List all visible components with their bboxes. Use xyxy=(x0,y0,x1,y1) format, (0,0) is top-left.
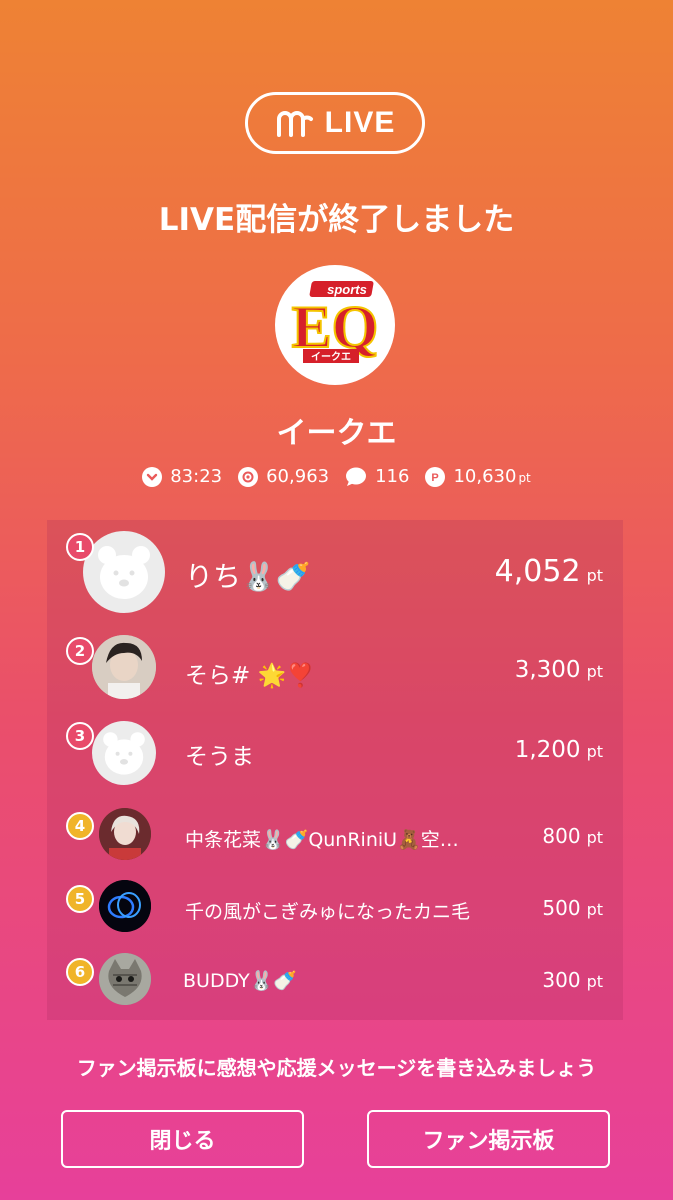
points-value: 10,630 xyxy=(453,466,517,487)
user-photo xyxy=(92,635,156,699)
channel-name: イークエ xyxy=(276,416,397,451)
ranking-points: 4,052 pt xyxy=(494,554,603,589)
ranking-name: 千の風がこぎみゅになったカニ毛 xyxy=(185,901,471,923)
rank-badge: 2 xyxy=(66,637,94,665)
comment-bubble-icon xyxy=(346,467,367,486)
rank-badge: 6 xyxy=(66,958,94,986)
ranking-row[interactable]: 4 中条花菜🐰🍼QunRiniU🧸空… 800 pt xyxy=(47,800,623,875)
user-photo xyxy=(99,880,151,932)
ranking-row[interactable]: 3 そうま 1,200 pt xyxy=(47,715,623,800)
avatar xyxy=(99,808,151,860)
ranking-name: りち🐰🍼 xyxy=(185,560,311,593)
ranking-row[interactable]: 1 りち🐰🍼 4,052 pt xyxy=(47,520,623,625)
svg-text:P: P xyxy=(432,472,439,484)
ranking-points: 300 pt xyxy=(542,968,603,992)
comments-stat: 116 xyxy=(345,466,409,487)
live-badge: LIVE xyxy=(245,92,425,154)
ranking-row[interactable]: 2 そら# 🌟❣️ 3,300 pt xyxy=(47,625,623,715)
stats-bar: 83:23 60,963 116 P 10,630 pt xyxy=(0,466,673,487)
ranking-name: BUDDY🐰🍼 xyxy=(183,970,298,992)
duration-value: 83:23 xyxy=(170,466,223,487)
fanboard-prompt: ファン掲示板に感想や応援メッセージを書き込みましょう xyxy=(76,1056,597,1080)
channel-logo: sports EQ イークエ xyxy=(291,281,379,363)
ranking-name: そうま xyxy=(185,744,254,770)
viewers-icon xyxy=(238,466,259,487)
chevron-down-icon xyxy=(142,466,163,487)
avatar xyxy=(83,531,165,613)
rank-badge: 3 xyxy=(66,722,94,750)
ranking-points: 800 pt xyxy=(542,824,603,848)
rank-badge: 5 xyxy=(66,885,94,913)
avatar xyxy=(92,721,156,785)
ranking-row[interactable]: 5 千の風がこぎみゅになったカニ毛 500 pt xyxy=(47,875,623,947)
avatar xyxy=(99,953,151,1005)
channel-avatar: sports EQ イークエ xyxy=(275,265,395,385)
views-value: 60,963 xyxy=(266,466,330,487)
ranking-name: そら# 🌟❣️ xyxy=(185,663,315,689)
points-p-icon: P xyxy=(425,466,446,487)
m-logo-icon xyxy=(276,111,313,137)
user-photo xyxy=(99,953,151,1005)
rank-badge: 1 xyxy=(66,533,94,561)
ranking-row[interactable]: 6 BUDDY🐰🍼 300 pt xyxy=(47,947,623,1020)
ranking-name: 中条花菜🐰🍼QunRiniU🧸空… xyxy=(185,829,459,851)
svg-text:イークエ: イークエ xyxy=(311,351,351,363)
avatar xyxy=(92,635,156,699)
ranking-list: 1 りち🐰🍼 4,052 pt 2 そら# 🌟❣️ 3,300 pt 3 そうま… xyxy=(47,520,623,1020)
live-badge-label: LIVE xyxy=(324,106,396,139)
views-stat: 60,963 xyxy=(238,466,329,487)
ranking-points: 1,200 pt xyxy=(514,737,603,763)
user-photo xyxy=(99,808,151,860)
comments-value: 116 xyxy=(375,466,410,487)
avatar xyxy=(99,880,151,932)
fanboard-button[interactable]: ファン掲示板 xyxy=(367,1110,610,1168)
duration-stat: 83:23 xyxy=(142,466,222,487)
ranking-points: 3,300 pt xyxy=(514,657,603,683)
points-unit: pt xyxy=(518,471,531,485)
page-title: LIVE配信が終了しました xyxy=(158,202,515,238)
bear-placeholder-icon xyxy=(103,732,145,775)
close-button[interactable]: 閉じる xyxy=(61,1110,304,1168)
points-stat: P 10,630 pt xyxy=(425,466,531,487)
ranking-points: 500 pt xyxy=(542,896,603,920)
rank-badge: 4 xyxy=(66,812,94,840)
bear-placeholder-icon xyxy=(98,546,150,599)
